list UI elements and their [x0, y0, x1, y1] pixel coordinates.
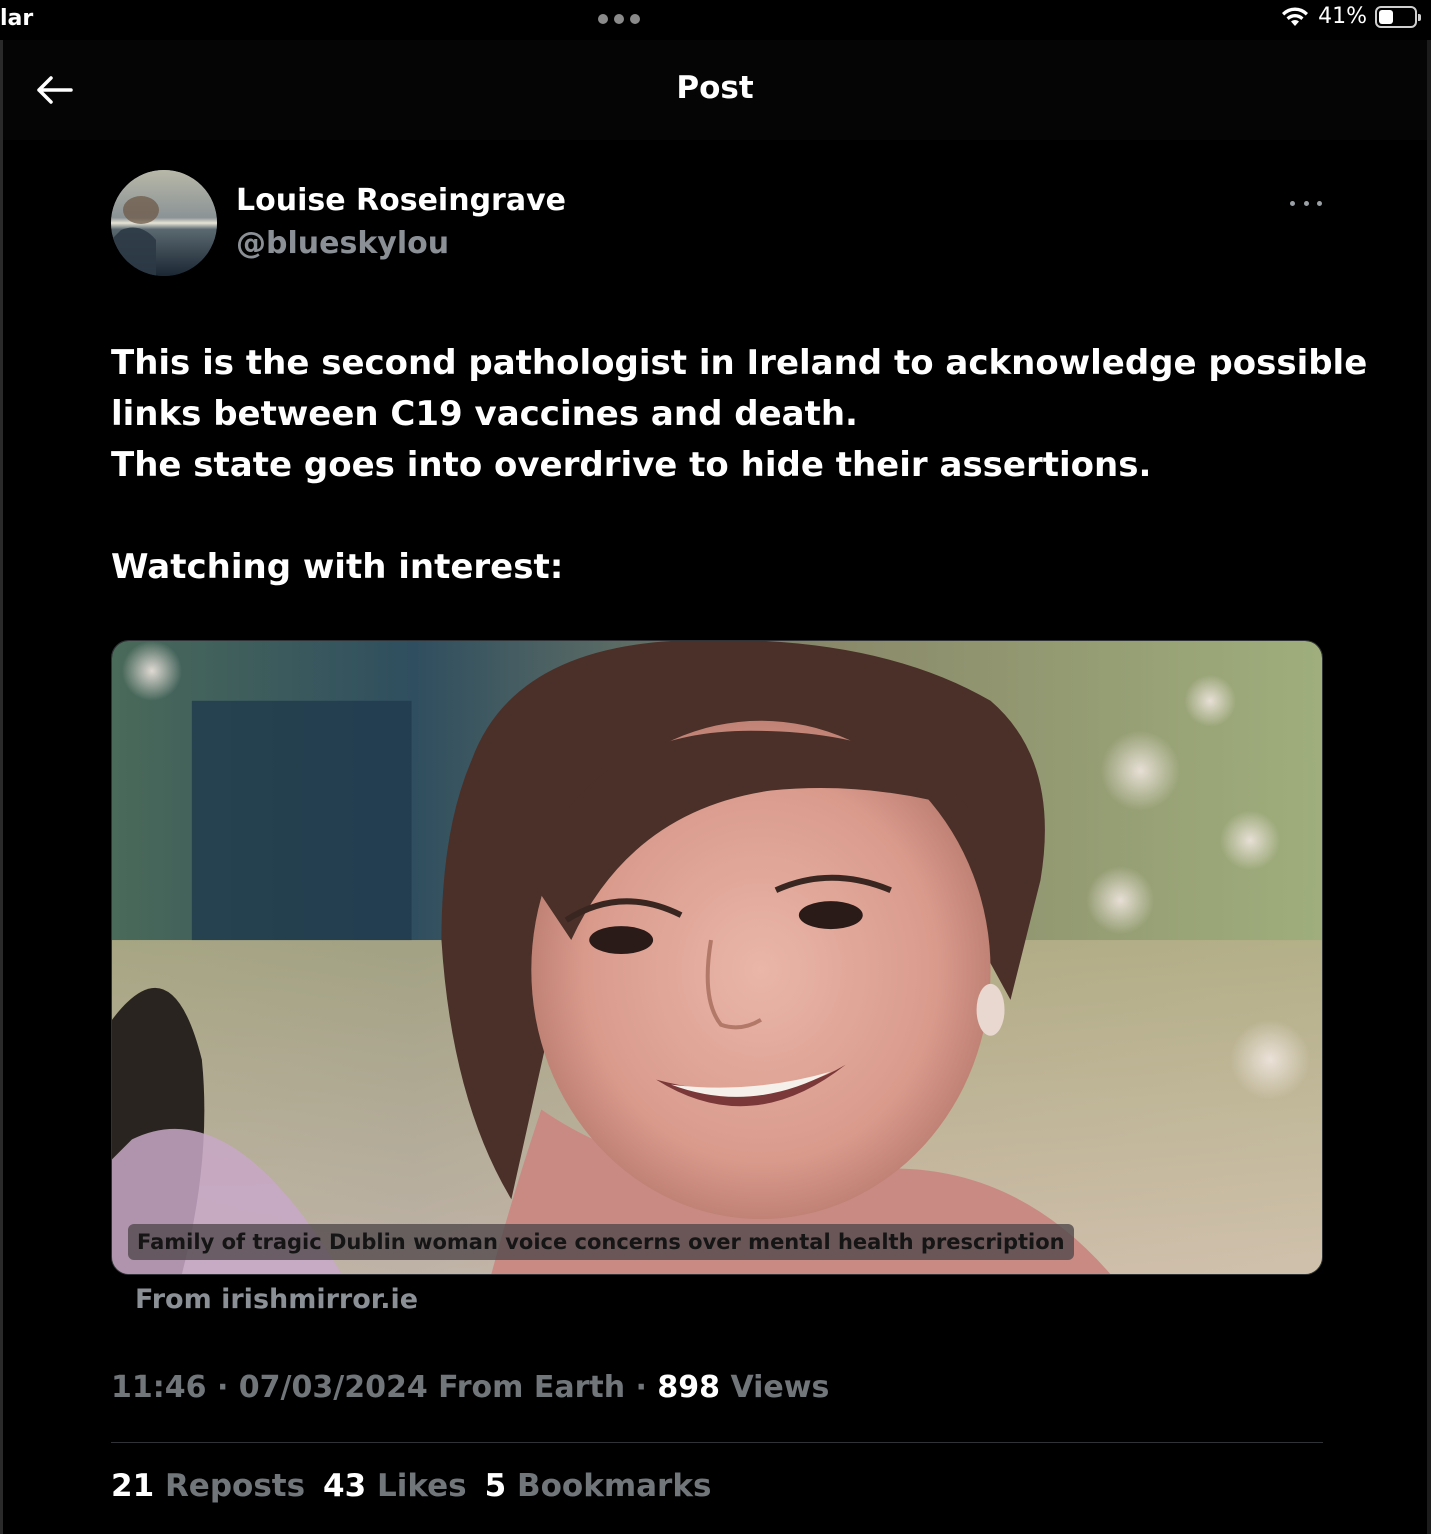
- status-right-group: 41%: [1280, 4, 1421, 29]
- card-caption: Family of tragic Dublin woman voice conc…: [128, 1224, 1074, 1260]
- app-screen: lar 41% Post Louise Roseingrave @bluesky…: [0, 0, 1431, 1534]
- battery-fill: [1379, 9, 1393, 24]
- post-text-line: The state goes into overdrive to hide th…: [111, 445, 1152, 485]
- link-card[interactable]: Family of tragic Dublin woman voice conc…: [111, 640, 1323, 1275]
- status-bar: lar 41%: [0, 0, 1431, 40]
- likes-count: 43: [323, 1468, 367, 1504]
- post-text: This is the second pathologist in Irelan…: [111, 338, 1368, 593]
- author-handle[interactable]: @blueskylou: [236, 226, 449, 261]
- more-horizontal-icon[interactable]: [1290, 196, 1322, 210]
- post-date[interactable]: 07/03/2024: [239, 1370, 428, 1405]
- divider: [111, 1442, 1323, 1443]
- window-edge-right: [1427, 40, 1431, 1534]
- post-location: From Earth: [438, 1370, 626, 1405]
- post-text-line: This is the second pathologist in Irelan…: [111, 343, 1368, 383]
- meta-separator: ·: [206, 1370, 239, 1405]
- window-edge-left: [0, 40, 3, 1534]
- card-photo: [112, 641, 1322, 1274]
- avatar-image: [111, 170, 217, 276]
- views-label: Views: [730, 1370, 830, 1405]
- battery-icon: [1375, 5, 1421, 28]
- post-meta: 11:46 · 07/03/2024 From Earth · 898 View…: [111, 1370, 829, 1405]
- bookmarks-label: Bookmarks: [517, 1468, 712, 1504]
- battery-percent: 41%: [1318, 4, 1367, 29]
- author-name[interactable]: Louise Roseingrave: [236, 183, 566, 218]
- reposts-label: Reposts: [164, 1468, 306, 1504]
- avatar[interactable]: [111, 170, 217, 276]
- meta-separator: ·: [625, 1370, 658, 1405]
- likes-stat[interactable]: 43 Likes: [323, 1468, 467, 1504]
- multitasking-dots-icon[interactable]: [598, 14, 640, 24]
- reposts-stat[interactable]: 21 Reposts: [111, 1468, 305, 1504]
- bookmarks-count: 5: [484, 1468, 507, 1504]
- post-stats: 21 Reposts 43 Likes 5 Bookmarks: [111, 1468, 711, 1504]
- bookmarks-stat[interactable]: 5 Bookmarks: [485, 1468, 712, 1504]
- carrier-label: lar: [0, 6, 34, 31]
- card-source[interactable]: From irishmirror.ie: [135, 1284, 418, 1315]
- post-time[interactable]: 11:46: [111, 1370, 207, 1405]
- post-text-line: links between C19 vaccines and death.: [111, 394, 858, 434]
- post-header: Post: [3, 40, 1427, 140]
- likes-label: Likes: [376, 1468, 467, 1504]
- wifi-icon: [1282, 6, 1309, 26]
- post-text-line: Watching with interest:: [111, 547, 564, 587]
- page-title: Post: [676, 70, 754, 106]
- views-count: 898: [657, 1370, 720, 1405]
- reposts-count: 21: [111, 1468, 155, 1504]
